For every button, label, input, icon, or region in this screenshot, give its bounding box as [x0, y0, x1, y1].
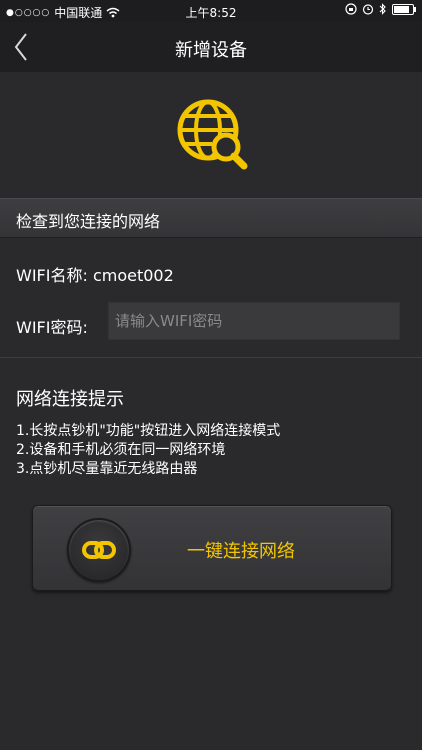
battery-fill — [394, 5, 409, 13]
link-badge — [67, 518, 131, 582]
page-title: 新增设备 — [175, 40, 247, 61]
status-bar: ●○○○○ 中国联通 上午8:52 — [0, 0, 422, 22]
wifi-password-label: WIFI密码: — [16, 318, 88, 337]
network-section-header: 检查到您连接的网络 — [0, 198, 422, 238]
tip-item: 3.点钞机尽量靠近无线路由器 — [16, 461, 198, 477]
tips-list: 1.长按点钞机"功能"按钮进入网络连接模式 2.设备和手机必须在同一网络环境 3… — [16, 422, 280, 479]
status-right — [345, 3, 416, 15]
rotation-lock-icon — [345, 3, 357, 15]
connect-button-label: 一键连接网络 — [187, 541, 295, 562]
bluetooth-icon — [379, 3, 386, 15]
wifi-name-label: WIFI名称: cmoet002 — [16, 266, 174, 285]
navigation-bar: 新增设备 — [0, 22, 422, 72]
alarm-icon — [362, 4, 374, 15]
divider — [0, 357, 422, 358]
section-heading: 检查到您连接的网络 — [16, 212, 161, 231]
tip-item: 2.设备和手机必须在同一网络环境 — [16, 442, 226, 458]
link-icon — [82, 541, 116, 559]
tip-item: 1.长按点钞机"功能"按钮进入网络连接模式 — [16, 423, 281, 439]
globe-search-icon — [177, 99, 248, 170]
one-click-connect-button[interactable]: 一键连接网络 — [32, 505, 392, 591]
tips-title: 网络连接提示 — [16, 389, 124, 410]
wifi-password-input[interactable] — [108, 302, 400, 340]
battery-icon — [392, 3, 416, 15]
hero-area — [0, 72, 422, 198]
